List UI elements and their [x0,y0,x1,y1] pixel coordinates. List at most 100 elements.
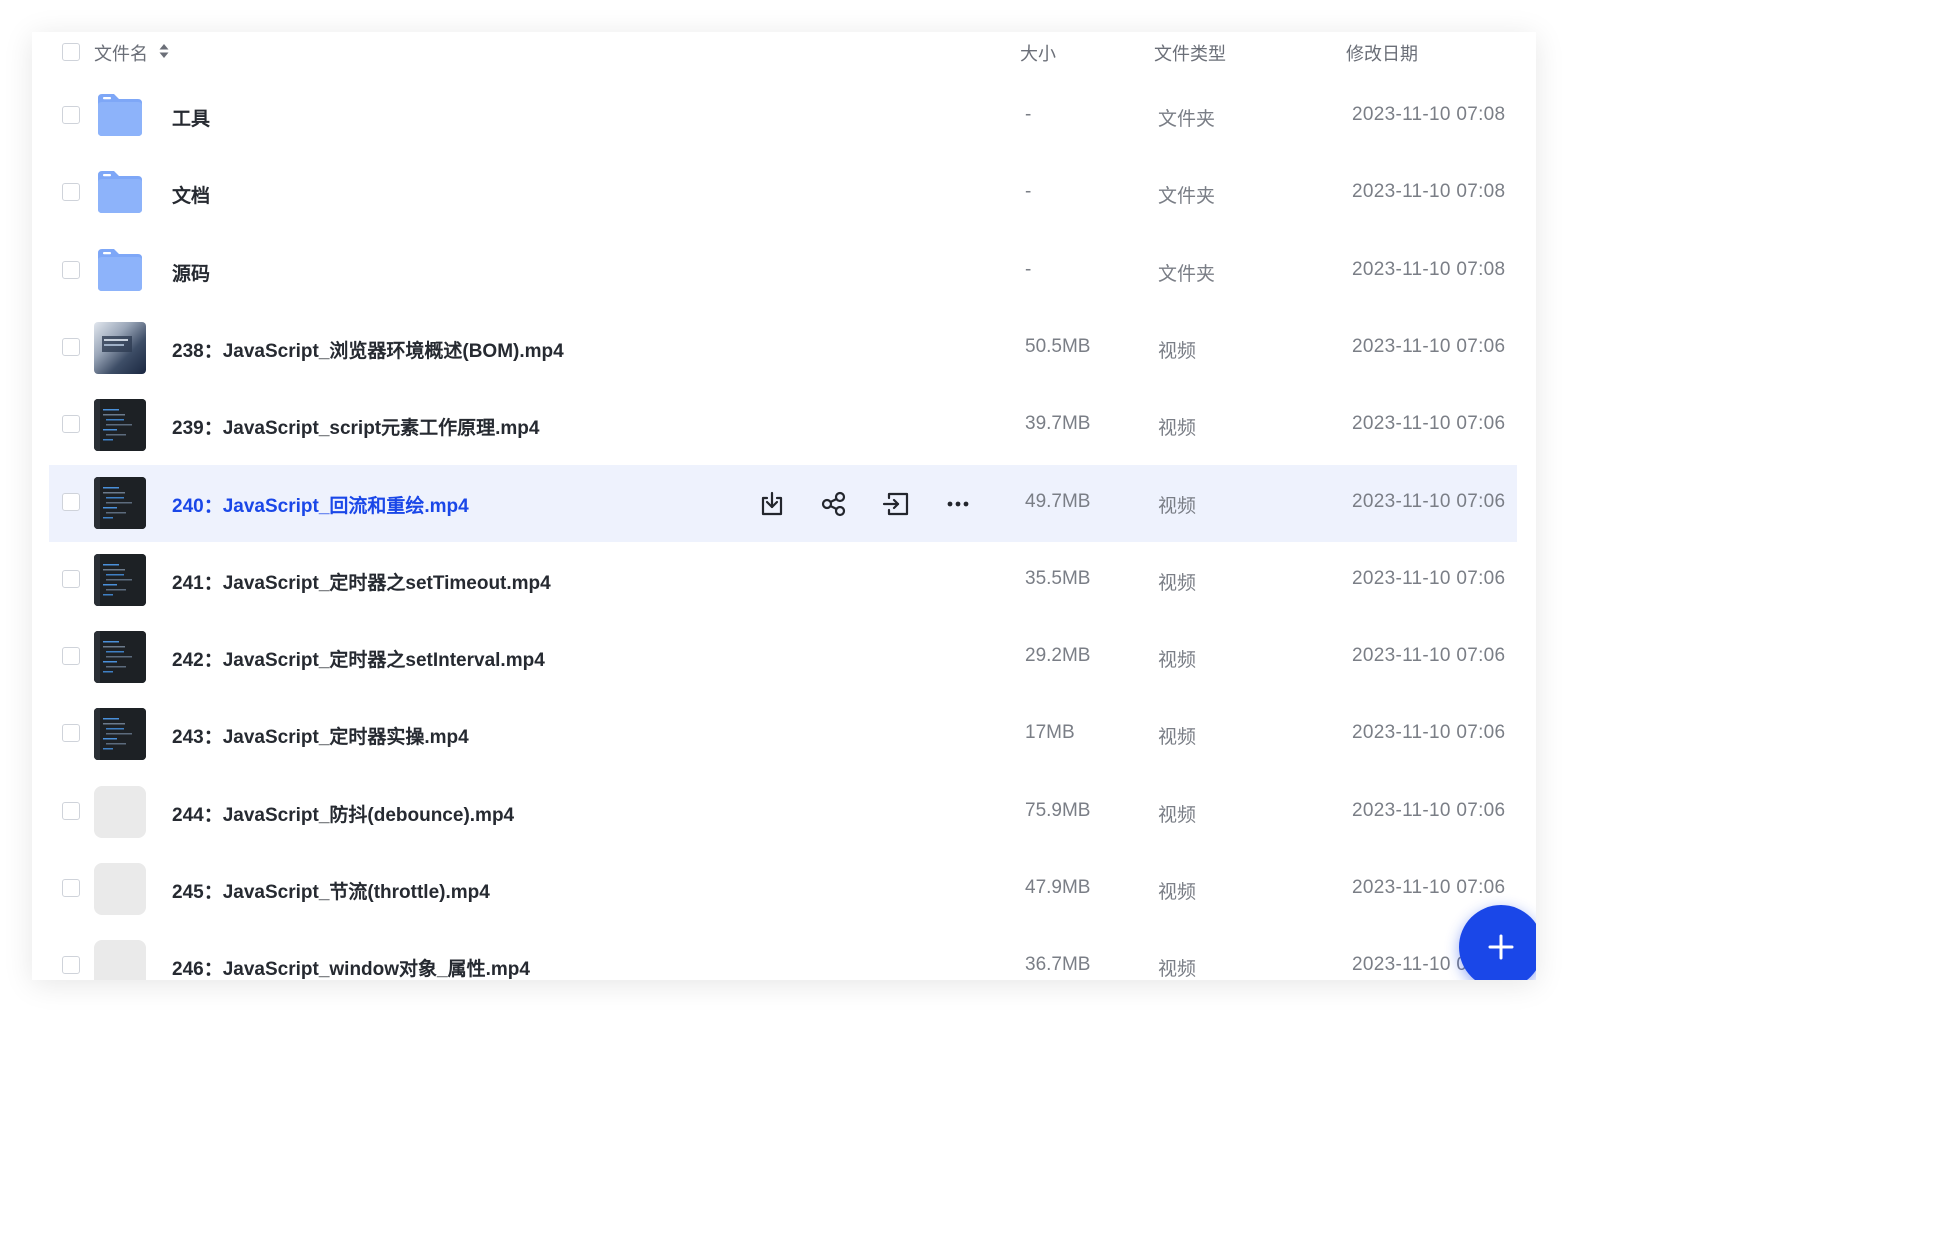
folder-icon [94,167,146,219]
file-type: 视频 [1158,727,1197,748]
table-row[interactable]: 245：JavaScript_节流(throttle).mp4 47.9MB 视频 2… [49,851,1517,928]
table-row[interactable]: 241：JavaScript_定时器之setTimeout.mp4 35.5MB 视… [49,542,1517,619]
file-name[interactable]: 文档 [172,181,210,208]
file-name[interactable]: 241：JavaScript_定时器之setTimeout.mp4 [172,568,551,595]
row-checkbox[interactable] [62,956,80,974]
share-icon [821,491,846,517]
video-thumbnail [94,322,146,374]
file-name[interactable]: 239：JavaScript_script元素工作原理.mp4 [172,413,539,440]
table-row[interactable]: 240：JavaScript_回流和重绘.mp4 49.7MB 视频 2023-11-… [49,465,1517,542]
file-name[interactable]: 242：JavaScript_定时器之setInterval.mp4 [172,645,545,672]
file-type: 文件夹 [1158,264,1216,285]
file-list-panel: 文件名 大小 文件类型 修改日期 工具 - 文件夹 2023-11-10 07:08 文… [32,32,1536,980]
sort-icon[interactable] [158,42,170,60]
file-name[interactable]: 246：JavaScript_window对象_属性.mp4 [172,954,530,980]
file-name[interactable]: 238：JavaScript_浏览器环境概述(BOM).mp4 [172,336,564,363]
table-row[interactable]: 242：JavaScript_定时器之setInterval.mp4 29.2MB… [49,619,1517,696]
column-header-date: 修改日期 [1346,44,1418,64]
table-row[interactable]: 243：JavaScript_定时器实操.mp4 17MB 视频 2023-11-10… [49,696,1517,773]
row-checkbox[interactable] [62,802,80,820]
file-size: 29.2MB [1025,645,1091,666]
video-thumbnail [94,477,146,529]
row-checkbox[interactable] [62,106,80,124]
file-type: 文件夹 [1158,109,1216,130]
select-all-checkbox[interactable] [62,43,80,61]
row-checkbox[interactable] [62,261,80,279]
file-name[interactable]: 243：JavaScript_定时器实操.mp4 [172,722,469,749]
file-date: 2023-11-10 07:06 [1352,491,1506,512]
file-date: 2023-11-10 07:06 [1352,568,1506,589]
download-button[interactable] [757,489,787,519]
table-header: 文件名 大小 文件类型 修改日期 [49,32,1517,72]
file-type: 视频 [1158,573,1197,594]
table-row[interactable]: 239：JavaScript_script元素工作原理.mp4 39.7MB 视频 2… [49,387,1517,464]
file-size: 36.7MB [1025,954,1091,975]
file-name[interactable]: 源码 [172,259,210,286]
file-date: 2023-11-10 07:06 [1352,800,1506,821]
move-icon [882,492,909,516]
file-date: 2023-11-10 07:08 [1352,259,1506,280]
video-thumbnail [94,786,146,838]
file-date: 2023-11-10 07:06 [1352,877,1506,898]
file-size: 17MB [1025,722,1075,743]
file-size: 75.9MB [1025,800,1091,821]
file-type: 视频 [1158,341,1197,362]
file-type: 视频 [1158,496,1197,517]
column-header-name[interactable]: 文件名 [94,40,148,66]
column-header-type: 文件类型 [1154,44,1226,64]
file-date: 2023-11-10 07:06 [1352,336,1506,357]
file-type: 视频 [1158,805,1197,826]
folder-icon [94,245,146,297]
file-type: 视频 [1158,882,1197,903]
file-type: 视频 [1158,650,1197,671]
table-row[interactable]: 工具 - 文件夹 2023-11-10 07:08 [49,78,1517,155]
file-name[interactable]: 240：JavaScript_回流和重绘.mp4 [172,491,469,518]
video-thumbnail [94,554,146,606]
video-thumbnail [94,940,146,980]
folder-icon [94,90,146,142]
file-size: - [1025,104,1032,125]
file-type: 视频 [1158,959,1197,980]
row-checkbox[interactable] [62,724,80,742]
plus-icon [1488,934,1514,960]
add-button[interactable] [1459,905,1536,980]
file-size: 35.5MB [1025,568,1091,589]
row-checkbox[interactable] [62,415,80,433]
row-checkbox[interactable] [62,183,80,201]
table-row[interactable]: 源码 - 文件夹 2023-11-10 07:08 [49,233,1517,310]
more-icon [947,501,969,507]
file-date: 2023-11-10 07:08 [1352,181,1506,202]
share-button[interactable] [819,489,849,519]
file-size: 47.9MB [1025,877,1091,898]
file-type: 文件夹 [1158,186,1216,207]
table-row[interactable]: 244：JavaScript_防抖(debounce).mp4 75.9MB 视频 2… [49,774,1517,851]
row-checkbox[interactable] [62,338,80,356]
file-date: 2023-11-10 07:06 [1352,413,1506,434]
file-name[interactable]: 245：JavaScript_节流(throttle).mp4 [172,877,490,904]
row-checkbox[interactable] [62,570,80,588]
table-row[interactable]: 246：JavaScript_window对象_属性.mp4 36.7MB 视频 20… [49,928,1517,980]
file-name[interactable]: 工具 [172,104,210,131]
file-date: 2023-11-10 07:06 [1352,645,1506,666]
file-size: - [1025,259,1032,280]
row-checkbox[interactable] [62,879,80,897]
file-type: 视频 [1158,418,1197,439]
video-thumbnail [94,631,146,683]
column-header-size: 大小 [1020,44,1056,64]
file-size: - [1025,181,1032,202]
file-size: 49.7MB [1025,491,1091,512]
download-icon [761,491,783,516]
file-size: 39.7MB [1025,413,1091,434]
file-name[interactable]: 244：JavaScript_防抖(debounce).mp4 [172,800,514,827]
file-size: 50.5MB [1025,336,1091,357]
table-row[interactable]: 238：JavaScript_浏览器环境概述(BOM).mp4 50.5MB 视频 2… [49,310,1517,387]
row-checkbox[interactable] [62,647,80,665]
row-actions [757,489,973,519]
file-date: 2023-11-10 07:08 [1352,104,1506,125]
file-date: 2023-11-10 07:06 [1352,722,1506,743]
move-button[interactable] [881,489,911,519]
row-checkbox[interactable] [62,493,80,511]
video-thumbnail [94,863,146,915]
more-button[interactable] [943,489,973,519]
table-row[interactable]: 文档 - 文件夹 2023-11-10 07:08 [49,155,1517,232]
